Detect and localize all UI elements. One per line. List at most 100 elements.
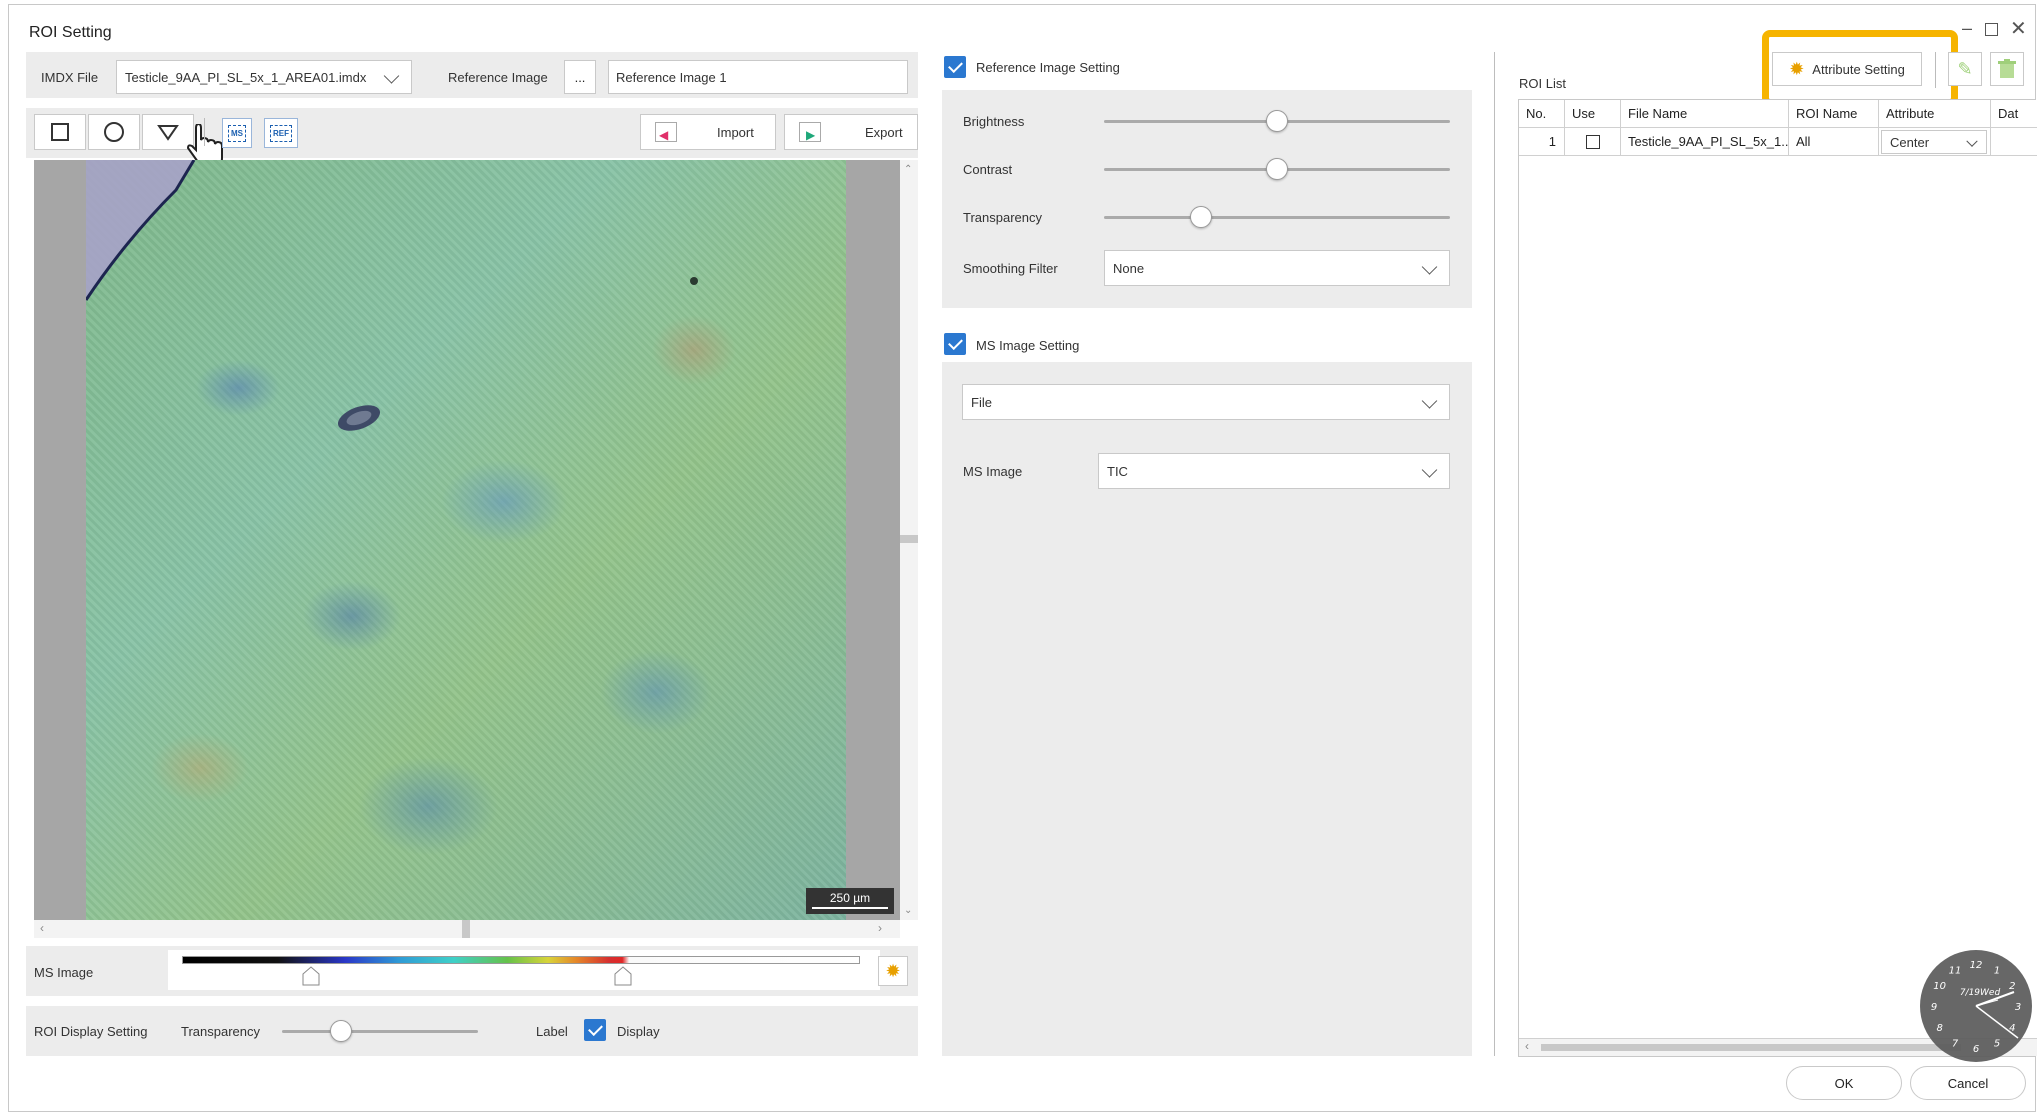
- delete-button[interactable]: [1990, 52, 2024, 86]
- ms-setting-checkbox[interactable]: [944, 333, 966, 355]
- reference-image-value: Reference Image 1: [616, 70, 727, 85]
- trash-icon: [1998, 59, 2016, 78]
- transparency-slider[interactable]: [1104, 206, 1450, 228]
- panel-divider: [1494, 52, 1495, 1056]
- rectangle-icon: [51, 123, 69, 141]
- ms-source-value: File: [971, 395, 992, 410]
- ms-image-range[interactable]: [168, 950, 880, 990]
- ms-source-select[interactable]: File: [962, 384, 1450, 420]
- ms-roi-button[interactable]: MS: [222, 118, 252, 148]
- chevron-down-icon: [1966, 135, 1978, 147]
- column-header-attribute[interactable]: Attribute: [1879, 100, 1991, 127]
- clock-numeral: 1: [1994, 966, 2000, 977]
- clock-numeral: 12: [1970, 960, 1983, 971]
- roi-table-scroll-thumb[interactable]: [1541, 1044, 1961, 1051]
- brightness-slider[interactable]: [1104, 110, 1450, 132]
- roi-transparency-label: Transparency: [181, 1024, 260, 1039]
- slider-thumb[interactable]: [1266, 158, 1288, 180]
- ms-image-select[interactable]: TIC: [1098, 453, 1450, 489]
- column-header-use[interactable]: Use: [1565, 100, 1621, 127]
- clock-numeral: 3: [2015, 1002, 2021, 1013]
- ellipse-icon: [104, 122, 124, 142]
- row-no: 1: [1519, 128, 1565, 155]
- clock-numeral: 6: [1973, 1044, 1979, 1055]
- ref-roi-button[interactable]: REF: [264, 118, 298, 148]
- attribute-cell: Center: [1879, 128, 1991, 155]
- chevron-down-icon: [383, 68, 400, 84]
- roi-label-label: Label: [536, 1024, 568, 1039]
- cancel-button[interactable]: Cancel: [1910, 1066, 2026, 1100]
- ms-image-bar-label: MS Image: [34, 965, 94, 980]
- roi-list-title: ROI List: [1519, 76, 1566, 91]
- smoothing-filter-value: None: [1113, 261, 1145, 276]
- roi-display-label: ROI Display Setting: [34, 1024, 148, 1039]
- transparency-label: Transparency: [963, 210, 1042, 225]
- column-header-roi-name[interactable]: ROI Name: [1789, 100, 1879, 127]
- horizontal-scroll-thumb[interactable]: [462, 920, 470, 938]
- slider-thumb[interactable]: [1189, 206, 1212, 228]
- column-header-file-name[interactable]: File Name: [1621, 100, 1789, 127]
- toolbar-divider: [1935, 52, 1936, 88]
- attribute-setting-button[interactable]: ✹ Attribute Setting: [1772, 52, 1922, 86]
- reference-setting-checkbox[interactable]: [944, 56, 966, 78]
- ms-image-value: TIC: [1107, 464, 1128, 479]
- rectangle-tool-button[interactable]: [34, 114, 86, 150]
- browse-button[interactable]: ...: [564, 60, 596, 94]
- maximize-icon[interactable]: [1985, 23, 1998, 36]
- row-roi-name: All: [1789, 128, 1879, 155]
- clock-numeral: 9: [1931, 1002, 1937, 1013]
- attribute-select[interactable]: Center: [1881, 129, 1987, 154]
- attribute-setting-label: Attribute Setting: [1812, 61, 1905, 77]
- tissue-overlay: [86, 160, 698, 431]
- row-attribute: Center: [1890, 134, 1930, 150]
- display-checkbox[interactable]: [584, 1019, 606, 1041]
- imdx-file-select[interactable]: Testicle_9AA_PI_SL_5x_1_AREA01.imdx: [116, 60, 412, 94]
- ok-button[interactable]: OK: [1786, 1066, 1902, 1100]
- smoothing-filter-label: Smoothing Filter: [963, 261, 1058, 276]
- horizontal-scrollbar[interactable]: ‹ ›: [34, 920, 900, 938]
- contrast-slider[interactable]: [1104, 158, 1450, 180]
- smoothing-filter-select[interactable]: None: [1104, 250, 1450, 286]
- vertical-scrollbar[interactable]: ⌃ ⌄: [900, 160, 918, 920]
- clock-date: 7/19Wed: [1960, 988, 2001, 998]
- tissue-image[interactable]: [86, 160, 846, 920]
- clock-numeral: 11: [1949, 966, 1962, 977]
- import-button[interactable]: ◀ Import: [640, 114, 776, 150]
- contrast-label: Contrast: [963, 162, 1013, 177]
- use-cell: [1565, 128, 1621, 155]
- lower-level-handle[interactable]: [302, 966, 320, 986]
- slider-thumb[interactable]: [329, 1020, 352, 1042]
- export-button[interactable]: ▶ Export: [784, 114, 918, 150]
- roi-transparency-slider[interactable]: [282, 1020, 478, 1042]
- reference-image-field[interactable]: Reference Image 1: [608, 60, 908, 94]
- chevron-down-icon: [1421, 393, 1438, 409]
- import-icon: ◀: [655, 122, 677, 142]
- close-icon[interactable]: ✕: [2010, 16, 2027, 41]
- vertical-scroll-thumb[interactable]: [900, 535, 918, 543]
- roi-table: No. Use File Name ROI Name Attribute Dat…: [1518, 99, 2037, 1057]
- table-row[interactable]: 1 Testicle_9AA_PI_SL_5x_1... All Center: [1519, 128, 2037, 156]
- ms-image-label: MS Image: [963, 464, 1023, 479]
- use-checkbox[interactable]: [1585, 134, 1600, 149]
- upper-level-handle[interactable]: [614, 966, 632, 986]
- column-header-no[interactable]: No.: [1519, 100, 1565, 127]
- chevron-down-icon: [1421, 462, 1438, 478]
- export-label: Export: [865, 124, 903, 140]
- slider-thumb[interactable]: [1266, 110, 1288, 132]
- export-icon: ▶: [799, 122, 821, 142]
- color-settings-button[interactable]: ✹: [878, 956, 908, 986]
- reference-setting-title: Reference Image Setting: [976, 60, 1120, 75]
- imdx-file-label: IMDX File: [41, 70, 99, 85]
- clock-icon: 121234567891011 7/19Wed: [1920, 950, 2032, 1062]
- polygon-icon: [157, 125, 179, 141]
- edit-button[interactable]: ✎: [1948, 52, 1982, 86]
- pencil-icon: ✎: [1957, 58, 1973, 79]
- row-date: [1991, 128, 2037, 155]
- column-header-date[interactable]: Dat: [1991, 100, 2037, 127]
- minimize-icon[interactable]: –: [1962, 18, 1972, 39]
- display-label: Display: [617, 1024, 660, 1039]
- reference-image-label: Reference Image: [448, 70, 548, 85]
- toolbar-divider: [204, 118, 205, 146]
- ellipse-tool-button[interactable]: [88, 114, 140, 150]
- scale-bar: 250 µm: [806, 888, 894, 914]
